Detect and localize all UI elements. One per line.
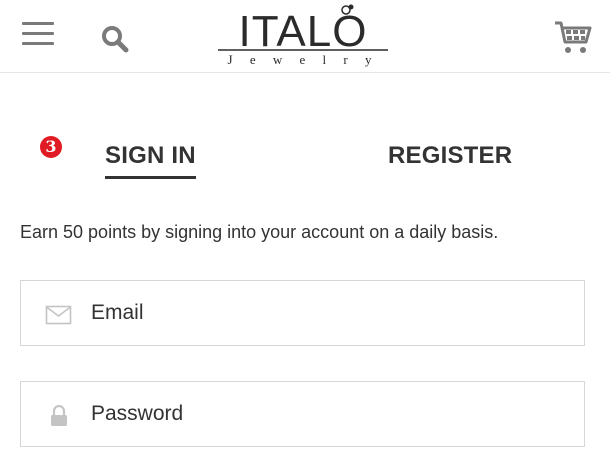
shopping-cart-icon[interactable]: [553, 18, 593, 56]
menu-line: [22, 42, 54, 45]
step-number-badge: 3: [40, 136, 62, 158]
password-field[interactable]: [20, 381, 585, 447]
italo-jewelry-logo[interactable]: ITALO J e w e l r y: [212, 2, 394, 68]
logo-title: ITALO: [239, 7, 368, 56]
site-header: ITALO J e w e l r y: [0, 0, 610, 73]
logo-subtitle: J e w e l r y: [228, 52, 379, 67]
tab-register[interactable]: REGISTER: [388, 140, 512, 172]
tab-sign-in-label: SIGN IN: [105, 142, 196, 169]
tab-register-label: REGISTER: [388, 142, 513, 169]
points-info-text: Earn 50 points by signing into your acco…: [20, 222, 499, 242]
email-input[interactable]: [91, 281, 561, 345]
hamburger-menu-icon[interactable]: [22, 20, 56, 48]
menu-line: [22, 32, 54, 35]
menu-line: [22, 22, 54, 25]
search-icon[interactable]: [100, 24, 132, 54]
password-input[interactable]: [91, 382, 561, 446]
envelope-icon: [45, 304, 73, 326]
email-field[interactable]: [20, 280, 585, 346]
lock-icon: [45, 404, 73, 427]
active-tab-underline: [105, 176, 196, 179]
tab-sign-in[interactable]: SIGN IN: [105, 140, 196, 179]
